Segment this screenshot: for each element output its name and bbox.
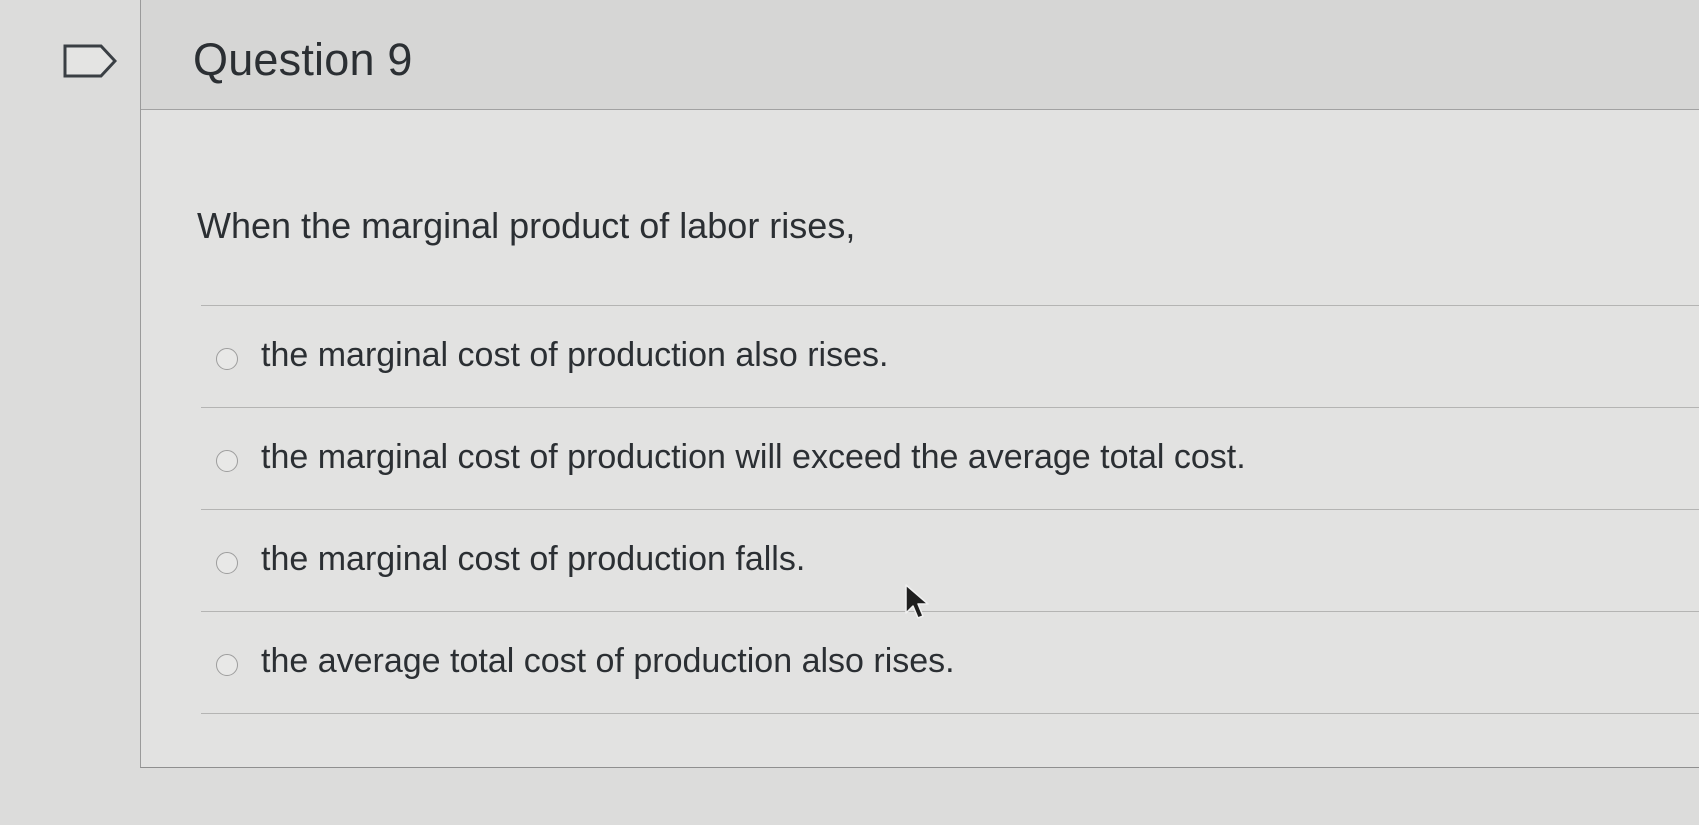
- answer-list: the marginal cost of production also ris…: [201, 305, 1699, 714]
- question-body: When the marginal product of labor rises…: [141, 110, 1699, 767]
- question-text: When the marginal product of labor rises…: [197, 205, 856, 246]
- question-card: Question 9 When the marginal product of …: [140, 0, 1699, 768]
- answer-label-1[interactable]: the marginal cost of production also ris…: [261, 336, 888, 375]
- mouse-pointer-icon: [905, 584, 929, 619]
- answer-radio-2[interactable]: [216, 450, 238, 472]
- answer-label-2[interactable]: the marginal cost of production will exc…: [261, 438, 1246, 477]
- answer-label-4[interactable]: the average total cost of production als…: [261, 642, 955, 681]
- answer-option-1[interactable]: the marginal cost of production also ris…: [201, 306, 1699, 408]
- answer-radio-4[interactable]: [216, 654, 238, 676]
- answer-radio-1[interactable]: [216, 348, 238, 370]
- answer-option-2[interactable]: the marginal cost of production will exc…: [201, 408, 1699, 510]
- question-title: Question 9: [193, 34, 413, 85]
- question-header: Question 9: [141, 0, 1699, 110]
- flag-question-icon[interactable]: [63, 44, 117, 78]
- answer-label-3[interactable]: the marginal cost of production falls.: [261, 540, 805, 579]
- answer-radio-3[interactable]: [216, 552, 238, 574]
- answer-option-4[interactable]: the average total cost of production als…: [201, 612, 1699, 714]
- answer-option-3[interactable]: the marginal cost of production falls.: [201, 510, 1699, 612]
